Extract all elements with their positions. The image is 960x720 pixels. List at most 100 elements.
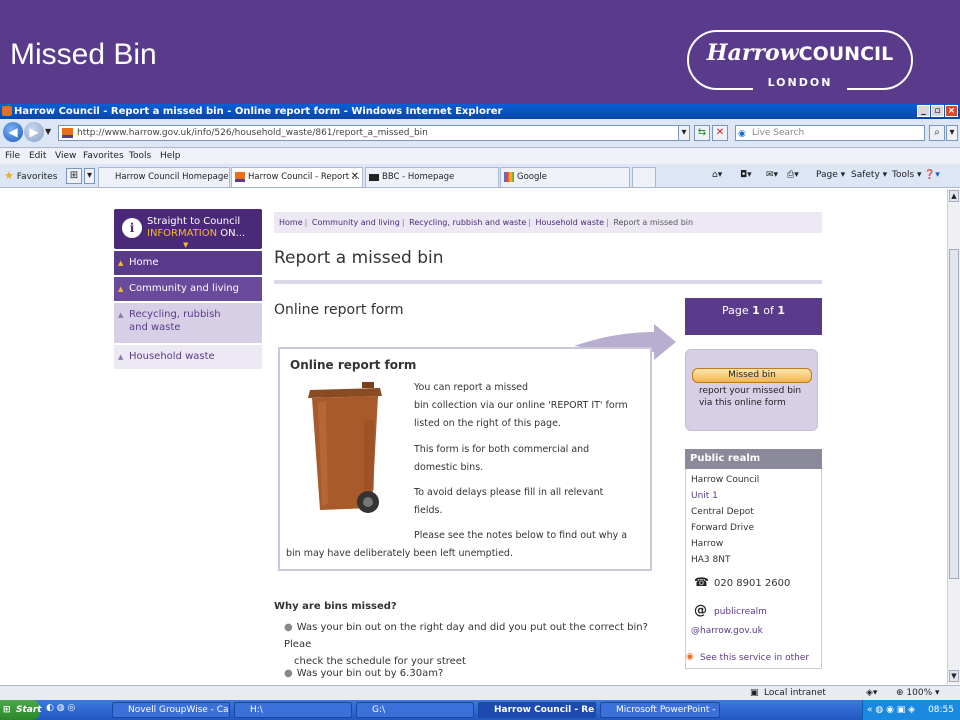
intranet-icon: ▣ — [750, 688, 759, 698]
page-indicator: Page 1 of 1 — [685, 298, 822, 335]
address-toolbar: ◀ ▶ ▼ http://www.harrow.gov.uk/info/526/… — [0, 119, 960, 148]
email-icon: @ — [694, 603, 707, 618]
email-user[interactable]: publicrealm — [714, 607, 767, 617]
stop-icon[interactable]: ✕ — [712, 125, 728, 141]
email-domain[interactable]: @harrow.gov.uk — [691, 626, 763, 636]
new-tab-button[interactable] — [632, 167, 656, 187]
see-other-link[interactable]: See this service in other — [700, 653, 809, 663]
search-input[interactable]: ◉ Live Search — [735, 125, 925, 141]
tab-report-missed-bin[interactable]: Harrow Council - Report ... ✕ — [231, 167, 363, 187]
sidebar-item-home[interactable]: ▲ Home — [114, 251, 262, 275]
sidebar-item-recycling[interactable]: ▲ Recycling, rubbish and waste — [114, 303, 262, 343]
list-item: ● Was your bin out on the right day and d… — [284, 619, 664, 670]
mail-icon[interactable]: ✉▾ — [766, 170, 778, 180]
triangle-icon: ▲ — [118, 259, 124, 267]
taskbar-h-drive[interactable]: H:\ — [234, 702, 352, 718]
live-search-icon: ◉ — [738, 129, 746, 139]
missed-bin-button[interactable]: Missed bin — [692, 368, 812, 383]
home-icon[interactable]: ⌂▾ — [712, 170, 722, 180]
quicklaunch-icon[interactable]: ◐ ◍ ◎ — [46, 703, 75, 713]
page-prefix: Page — [721, 304, 749, 317]
tab-google[interactable]: Google — [500, 167, 630, 187]
taskbar-powerpoint[interactable]: Microsoft PowerPoint - [... — [600, 702, 720, 718]
tray-icons[interactable]: « ◍ ◉ ▣ ◈ — [867, 700, 915, 720]
bullet-text: Was your bin out on the right day and di… — [284, 622, 648, 650]
protected-mode-icon[interactable]: ◈▾ — [866, 686, 877, 700]
taskbar-ie[interactable]: Harrow Council - Rep... — [478, 702, 596, 718]
public-realm-contact: Harrow Council Unit 1 Central Depot Forw… — [685, 469, 822, 669]
web-page: i Straight to Council INFORMATION ON... … — [0, 189, 947, 684]
menu-help[interactable]: Help — [160, 148, 181, 164]
menu-file[interactable]: File — [5, 148, 20, 164]
scroll-up-icon[interactable]: ▲ — [949, 190, 959, 202]
tab-list-icon[interactable]: ▾ — [84, 168, 95, 184]
scroll-down-icon[interactable]: ▼ — [949, 670, 959, 682]
title-divider — [274, 280, 822, 284]
search-button-icon[interactable]: ⌕ — [929, 125, 945, 141]
tools-menu[interactable]: Tools ▾ — [892, 170, 922, 180]
tab-harrow-homepage[interactable]: Harrow Council Homepage — [98, 167, 230, 187]
scroll-thumb[interactable] — [949, 249, 959, 579]
tab-bbc-homepage[interactable]: BBC - Homepage — [365, 167, 499, 187]
page-container: i Straight to Council INFORMATION ON... … — [114, 189, 834, 684]
search-options-icon[interactable]: ▾ — [946, 125, 958, 141]
history-dropdown-icon[interactable]: ▼ — [45, 127, 51, 136]
taskbar-g-drive[interactable]: G:\ — [356, 702, 474, 718]
straight-to-council-header[interactable]: i Straight to Council INFORMATION ON... … — [114, 209, 262, 249]
minimize-button[interactable]: _ — [917, 105, 930, 117]
page-title: Report a missed bin — [274, 248, 444, 268]
ie-page-icon — [2, 106, 12, 116]
tab-label: Harrow Council - Report ... — [248, 172, 360, 182]
go-icon[interactable]: ⇆ — [694, 125, 710, 141]
taskbar-groupwise[interactable]: Novell GroupWise - Cale... — [112, 702, 230, 718]
address-line: Harrow Council — [691, 475, 760, 485]
address-url: http://www.harrow.gov.uk/info/526/househ… — [77, 128, 428, 138]
close-button[interactable]: × — [945, 105, 958, 117]
tab-close-icon[interactable]: ✕ — [351, 168, 359, 186]
print-icon[interactable]: ⎙▾ — [787, 170, 799, 180]
taskbar-label: Harrow Council - Rep... — [494, 705, 595, 715]
quick-tabs-icon[interactable]: ⊞ — [66, 168, 82, 184]
menu-favorites[interactable]: Favorites — [83, 148, 124, 164]
page-menu-label: Page — [816, 170, 838, 180]
breadcrumb-community[interactable]: Community and living — [312, 218, 400, 227]
breadcrumb-home[interactable]: Home — [279, 218, 303, 227]
menu-view[interactable]: View — [55, 148, 76, 164]
breadcrumb-recycling[interactable]: Recycling, rubbish and waste — [409, 218, 526, 227]
breadcrumb-household-waste[interactable]: Household waste — [536, 218, 605, 227]
favorites-label: Favorites — [16, 172, 58, 182]
sidebar-item-household-waste[interactable]: ▲ Household waste — [114, 345, 262, 369]
system-tray: « ◍ ◉ ▣ ◈ 08:55 — [862, 700, 960, 720]
help-icon[interactable]: ❓▾ — [924, 170, 940, 180]
sidebar-item-community[interactable]: ▲ Community and living — [114, 277, 262, 301]
feeds-icon[interactable]: ◘▾ — [740, 170, 752, 180]
phone-icon: ☎ — [694, 575, 709, 589]
address-dropdown-icon[interactable]: ▾ — [678, 125, 690, 141]
windows-logo-icon: ⊞ — [3, 705, 11, 715]
menu-edit[interactable]: Edit — [29, 148, 46, 164]
forward-button[interactable]: ▶ — [24, 122, 44, 142]
browser-window: Harrow Council - Report a missed bin - O… — [0, 104, 960, 700]
start-button[interactable]: ⊞ Start — [0, 700, 42, 720]
missed-bin-description: report your missed bin via this online f… — [699, 385, 801, 409]
menu-bar: File Edit View Favorites Tools Help — [0, 148, 960, 164]
maximize-button[interactable]: ▫ — [931, 105, 944, 117]
vertical-scrollbar[interactable]: ▲ ▼ — [947, 189, 960, 684]
address-line: Central Depot — [691, 507, 754, 517]
back-button[interactable]: ◀ — [3, 122, 23, 142]
public-realm-heading: Public realm — [685, 449, 822, 469]
page-menu[interactable]: Page ▾ — [816, 170, 845, 180]
google-favicon — [504, 172, 514, 182]
tab-label: Google — [517, 172, 547, 182]
slide-title: Missed Bin — [10, 38, 157, 71]
menu-tools[interactable]: Tools — [129, 148, 151, 164]
page-current: 1 — [752, 304, 760, 317]
missed-bin-desc-line: via this online form — [699, 398, 786, 408]
zoom-level[interactable]: ⊕ 100% ▾ — [896, 686, 940, 700]
windows-taskbar: ⊞ Start ◐ ◍ ◎ Novell GroupWise - Cale...… — [0, 700, 960, 720]
address-input[interactable]: http://www.harrow.gov.uk/info/526/househ… — [58, 125, 690, 141]
taskbar-label: Novell GroupWise - Cale... — [128, 705, 230, 715]
info-icon: i — [122, 218, 142, 238]
favorites-button[interactable]: ★ Favorites — [4, 169, 57, 182]
safety-menu[interactable]: Safety ▾ — [851, 170, 887, 180]
